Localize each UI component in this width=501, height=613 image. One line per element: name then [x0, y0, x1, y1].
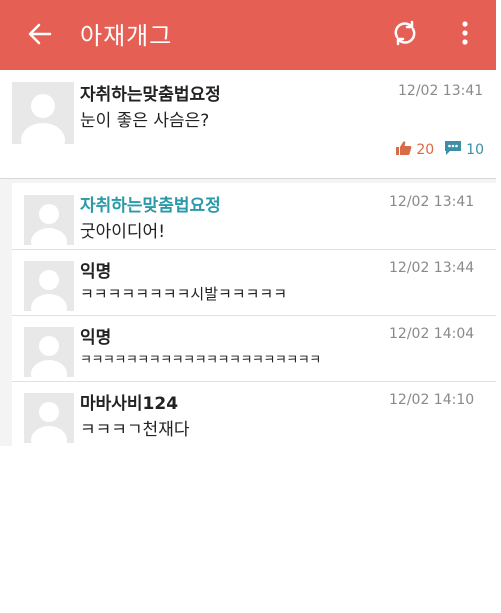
avatar[interactable]: [24, 261, 74, 311]
comment-author[interactable]: 자취하는맞춤법요정: [80, 191, 221, 216]
avatar[interactable]: [12, 82, 74, 144]
post-card[interactable]: 자취하는맞춤법요정 12/02 13:41 눈이 좋은 사슴은? 20 10: [0, 70, 496, 179]
comment-time: 12/02 14:10: [389, 392, 475, 408]
comment-text: ㅋㅋㅋㅋㅋㅋㅋㅋㅋㅋㅋㅋㅋㅋㅋㅋㅋㅋㅋㅋㅋ: [80, 353, 321, 368]
comment-time: 12/02 13:44: [389, 260, 475, 276]
thumbs-up-icon: [395, 140, 416, 160]
comment-time: 12/02 14:04: [389, 326, 475, 342]
comment-text: ㅋㅋㅋㅋㅋㅋㅋㅋ시발ㅋㅋㅋㅋㅋ: [80, 285, 288, 303]
avatar[interactable]: [24, 195, 74, 245]
app-bar: 아재개그: [0, 0, 496, 70]
comment-item[interactable]: 마바사비124 12/02 14:10 ㅋㅋㅋㄱ천재다: [12, 381, 496, 446]
comment-list: 자취하는맞춤법요정 12/02 13:41 굿아이디어! 익명 12/02 13…: [12, 183, 496, 446]
comment-icon: [444, 140, 466, 160]
like-button[interactable]: 20: [395, 140, 434, 160]
app-screen: 아재개그 자취하는맞춤법요정 12/02 13:41 눈이 좋은 사슴은? 20…: [0, 0, 496, 446]
post-author[interactable]: 자취하는맞춤법요정: [80, 80, 221, 105]
avatar[interactable]: [24, 393, 74, 443]
post-stats: 20 10: [385, 140, 484, 160]
comment-item[interactable]: 익명 12/02 13:44 ㅋㅋㅋㅋㅋㅋㅋㅋ시발ㅋㅋㅋㅋㅋ: [12, 249, 496, 316]
comment-time: 12/02 13:41: [389, 194, 475, 210]
comment-item[interactable]: 자취하는맞춤법요정 12/02 13:41 굿아이디어!: [12, 183, 496, 250]
back-arrow-icon[interactable]: [26, 20, 54, 48]
comment-author[interactable]: 익명: [80, 257, 111, 282]
comment-count-button[interactable]: 10: [444, 140, 484, 160]
post-time: 12/02 13:41: [398, 83, 484, 99]
comment-author[interactable]: 익명: [80, 323, 111, 348]
more-vert-icon[interactable]: [455, 18, 475, 48]
comment-author[interactable]: 마바사비124: [80, 389, 178, 414]
comment-item[interactable]: 익명 12/02 14:04 ㅋㅋㅋㅋㅋㅋㅋㅋㅋㅋㅋㅋㅋㅋㅋㅋㅋㅋㅋㅋㅋ: [12, 315, 496, 382]
comment-count: 10: [466, 142, 484, 158]
app-title: 아재개그: [80, 22, 173, 50]
avatar[interactable]: [24, 327, 74, 377]
comment-text: 굿아이디어!: [80, 222, 166, 242]
like-count: 20: [416, 142, 435, 158]
refresh-icon[interactable]: [390, 18, 420, 48]
comment-text: ㅋㅋㅋㄱ천재다: [80, 420, 190, 440]
post-text: 눈이 좋은 사슴은?: [80, 111, 210, 131]
